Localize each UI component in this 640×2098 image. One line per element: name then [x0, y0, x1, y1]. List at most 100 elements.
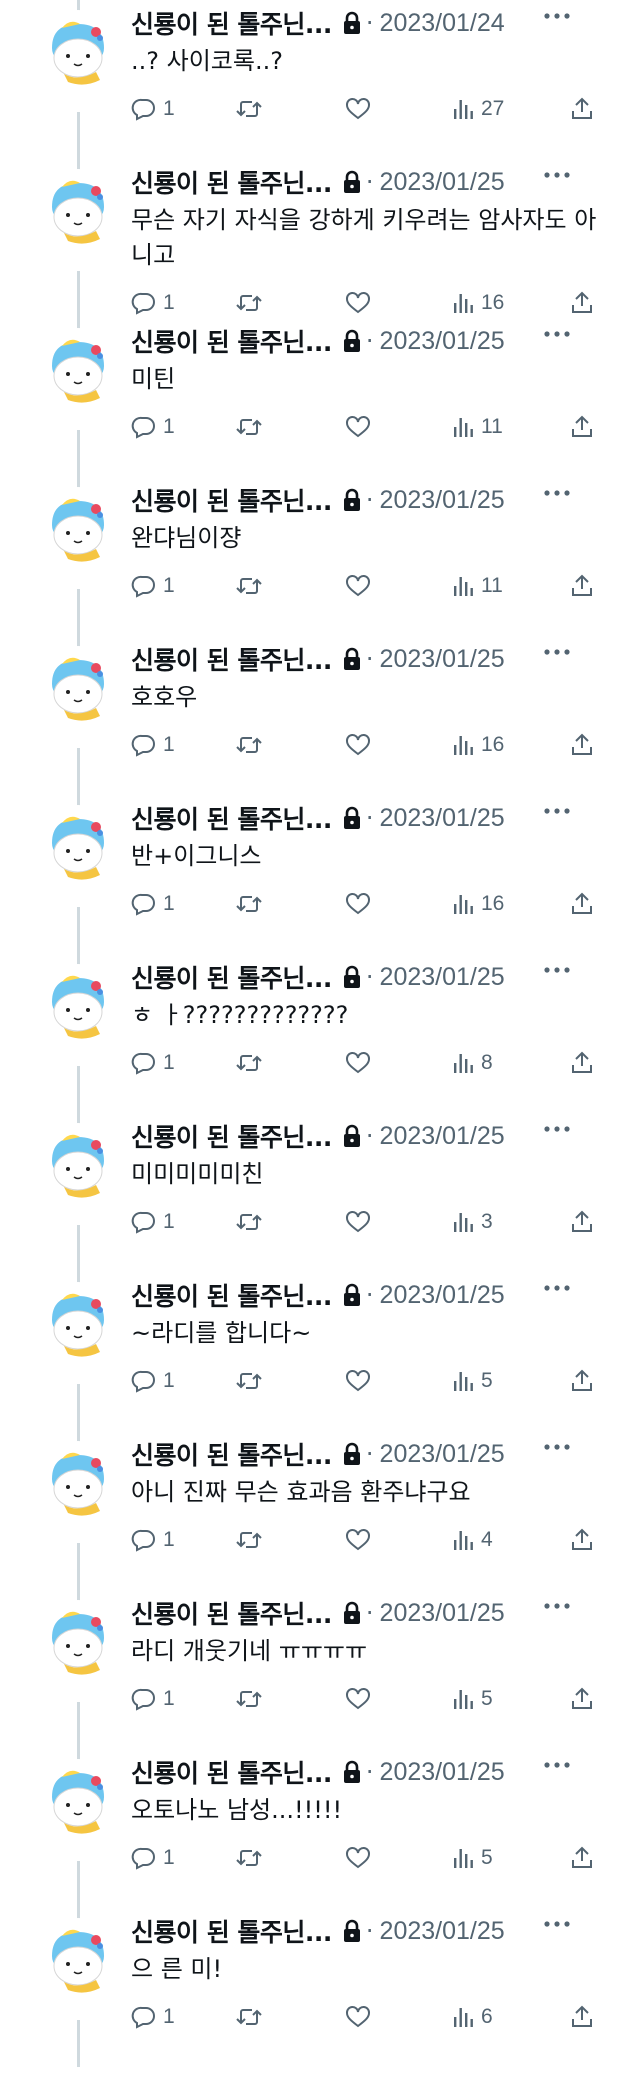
author-name[interactable]: 신룡이 된 톨주닌...	[131, 1277, 332, 1313]
reply-button[interactable]: 1	[131, 730, 175, 760]
author-name[interactable]: 신룡이 된 톨주닌...	[131, 164, 332, 200]
like-button[interactable]	[345, 288, 371, 318]
avatar[interactable]	[40, 330, 116, 406]
reply-button[interactable]: 1	[131, 1525, 175, 1555]
tweet[interactable]: 신룡이 된 톨주닌... · 2023/01/25 으 른 미! 1 6	[0, 1908, 640, 2067]
share-button[interactable]	[570, 1048, 594, 1078]
author-name[interactable]: 신룡이 된 톨주닌...	[131, 959, 332, 995]
post-date[interactable]: 2023/01/25	[380, 1599, 505, 1628]
reply-button[interactable]: 1	[131, 2002, 175, 2032]
avatar[interactable]	[40, 1284, 116, 1360]
share-button[interactable]	[570, 1525, 594, 1555]
post-date[interactable]: 2023/01/25	[380, 486, 505, 515]
reply-button[interactable]: 1	[131, 288, 175, 318]
tweet[interactable]: 신룡이 된 톨주닌... · 2023/01/25 아니 진짜 무슨 효과음 환주냐구…	[0, 1431, 640, 1590]
avatar[interactable]	[40, 1125, 116, 1201]
avatar[interactable]	[40, 171, 116, 247]
more-icon[interactable]	[542, 644, 572, 658]
avatar[interactable]	[40, 1761, 116, 1837]
like-button[interactable]	[345, 1843, 371, 1873]
retweet-button[interactable]	[235, 94, 263, 124]
retweet-button[interactable]	[235, 412, 263, 442]
reply-button[interactable]: 1	[131, 1684, 175, 1714]
like-button[interactable]	[345, 1048, 371, 1078]
tweet[interactable]: 신룡이 된 톨주닌... · 2023/01/25 ㅎ ㅏ????????????? 1…	[0, 954, 640, 1113]
views-button[interactable]: 16	[451, 288, 504, 318]
post-date[interactable]: 2023/01/25	[380, 1440, 505, 1469]
author-name[interactable]: 신룡이 된 톨주닌...	[131, 641, 332, 677]
reply-button[interactable]: 1	[131, 1843, 175, 1873]
like-button[interactable]	[345, 1366, 371, 1396]
tweet[interactable]: 신룡이 된 톨주닌... · 2023/01/25 호호우 1 16	[0, 636, 640, 795]
like-button[interactable]	[345, 889, 371, 919]
avatar[interactable]	[40, 1920, 116, 1996]
like-button[interactable]	[345, 1684, 371, 1714]
more-icon[interactable]	[542, 1439, 572, 1453]
more-icon[interactable]	[542, 485, 572, 499]
tweet[interactable]: 신룡이 된 톨주닌... · 2023/01/25 반+이그니스 1 16	[0, 795, 640, 954]
retweet-button[interactable]	[235, 889, 263, 919]
post-date[interactable]: 2023/01/25	[380, 168, 505, 197]
more-icon[interactable]	[542, 803, 572, 817]
like-button[interactable]	[345, 1525, 371, 1555]
avatar[interactable]	[40, 1443, 116, 1519]
tweet[interactable]: 신룡이 된 톨주닌... · 2023/01/25 ~라디를 합니다~ 1 5	[0, 1272, 640, 1431]
like-button[interactable]	[345, 412, 371, 442]
retweet-button[interactable]	[235, 288, 263, 318]
tweet[interactable]: 신룡이 된 톨주닌... · 2023/01/25 미미미미미친 1 3	[0, 1113, 640, 1272]
more-icon[interactable]	[542, 1757, 572, 1771]
post-date[interactable]: 2023/01/25	[380, 1758, 505, 1787]
like-button[interactable]	[345, 94, 371, 124]
reply-button[interactable]: 1	[131, 412, 175, 442]
tweet[interactable]: 신룡이 된 톨주닌... · 2023/01/25 라디 개웃기네 ㅠㅠㅠㅠ 1 5	[0, 1590, 640, 1749]
author-name[interactable]: 신룡이 된 톨주닌...	[131, 1118, 332, 1154]
author-name[interactable]: 신룡이 된 톨주닌...	[131, 482, 332, 518]
avatar[interactable]	[40, 489, 116, 565]
post-date[interactable]: 2023/01/25	[380, 1122, 505, 1151]
tweet[interactable]: 신룡이 된 톨주닌... · 2023/01/24 ..? 사이코록..? 1 27	[0, 0, 640, 159]
more-icon[interactable]	[542, 1916, 572, 1930]
author-name[interactable]: 신룡이 된 톨주닌...	[131, 1595, 332, 1631]
reply-button[interactable]: 1	[131, 94, 175, 124]
retweet-button[interactable]	[235, 1048, 263, 1078]
tweet[interactable]: 신룡이 된 톨주닌... · 2023/01/25 완댜님이쟝 1 11	[0, 477, 640, 636]
post-date[interactable]: 2023/01/25	[380, 1281, 505, 1310]
post-date[interactable]: 2023/01/25	[380, 645, 505, 674]
share-button[interactable]	[570, 1366, 594, 1396]
post-date[interactable]: 2023/01/25	[380, 1917, 505, 1946]
tweet[interactable]: 신룡이 된 톨주닌... · 2023/01/25 미틴 1 11	[0, 318, 640, 477]
avatar[interactable]	[40, 1602, 116, 1678]
share-button[interactable]	[570, 1207, 594, 1237]
more-icon[interactable]	[542, 962, 572, 976]
views-button[interactable]: 5	[451, 1366, 493, 1396]
views-button[interactable]: 16	[451, 889, 504, 919]
author-name[interactable]: 신룡이 된 톨주닌...	[131, 5, 332, 41]
reply-button[interactable]: 1	[131, 1207, 175, 1237]
more-icon[interactable]	[542, 1121, 572, 1135]
retweet-button[interactable]	[235, 1366, 263, 1396]
post-date[interactable]: 2023/01/25	[380, 804, 505, 833]
views-button[interactable]: 27	[451, 94, 504, 124]
retweet-button[interactable]	[235, 1843, 263, 1873]
views-button[interactable]: 11	[451, 571, 503, 601]
author-name[interactable]: 신룡이 된 톨주닌...	[131, 1436, 332, 1472]
retweet-button[interactable]	[235, 571, 263, 601]
more-icon[interactable]	[542, 326, 572, 340]
share-button[interactable]	[570, 288, 594, 318]
more-icon[interactable]	[542, 1280, 572, 1294]
share-button[interactable]	[570, 94, 594, 124]
share-button[interactable]	[570, 730, 594, 760]
reply-button[interactable]: 1	[131, 889, 175, 919]
views-button[interactable]: 4	[451, 1525, 493, 1555]
retweet-button[interactable]	[235, 1525, 263, 1555]
more-icon[interactable]	[542, 8, 572, 22]
avatar[interactable]	[40, 12, 116, 88]
reply-button[interactable]: 1	[131, 1366, 175, 1396]
share-button[interactable]	[570, 2002, 594, 2032]
views-button[interactable]: 16	[451, 730, 504, 760]
share-button[interactable]	[570, 889, 594, 919]
retweet-button[interactable]	[235, 1684, 263, 1714]
tweet[interactable]: 신룡이 된 톨주닌... · 2023/01/25 오토나노 남성...!!!!! 1 5	[0, 1749, 640, 1908]
author-name[interactable]: 신룡이 된 톨주닌...	[131, 800, 332, 836]
like-button[interactable]	[345, 571, 371, 601]
